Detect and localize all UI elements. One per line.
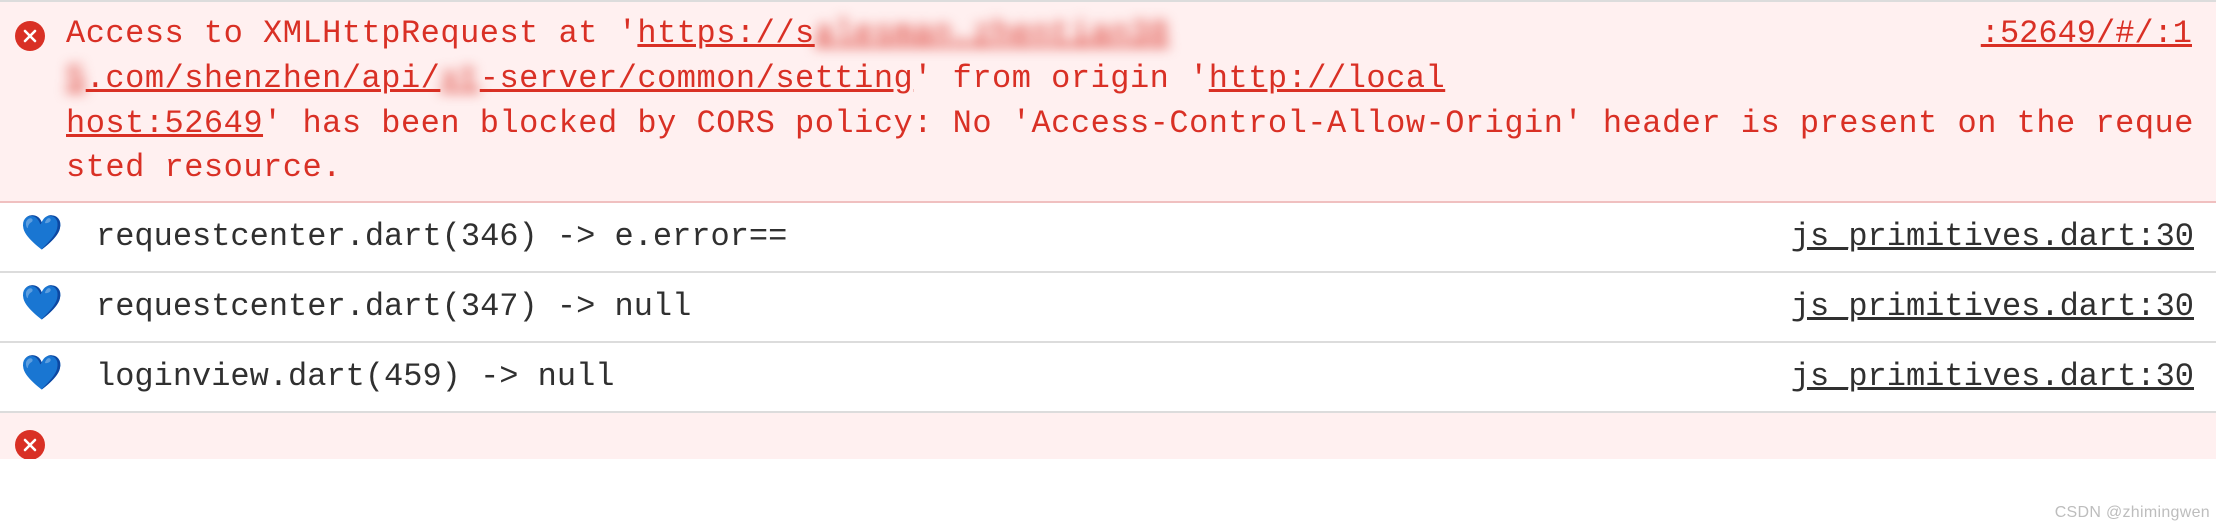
log-message: requestcenter.dart(346) -> e.error== — [86, 215, 1777, 260]
log-icon-wrap: 💙 — [12, 213, 72, 261]
log-icon-wrap: 💙 — [12, 283, 72, 331]
log-message: loginview.dart(459) -> null — [86, 355, 1777, 400]
log-icon-wrap: 💙 — [12, 353, 72, 401]
error-icon-wrap — [12, 14, 48, 58]
error-text-mid1: ' from origin ' — [913, 60, 1209, 97]
source-link[interactable]: js_primitives.dart:30 — [1791, 355, 2196, 400]
error-icon — [15, 21, 45, 51]
watermark: CSDN @zhimingwen — [2055, 502, 2210, 524]
error-topright-link[interactable]: :52649/#/:1 — [1981, 12, 2192, 57]
console-error-row[interactable]: :52649/#/:1 Access to XMLHttpRequest at … — [0, 0, 2216, 203]
blocked-url-part2[interactable]: 5.com/shenzhen/api/xt-server/common/sett… — [66, 60, 913, 97]
error-text-post: ' has been blocked by CORS policy: No 'A… — [66, 105, 2194, 187]
heart-icon: 💙 — [21, 213, 63, 261]
error-icon-wrap — [12, 423, 48, 459]
error-icon — [15, 430, 45, 459]
source-link[interactable]: js_primitives.dart:30 — [1791, 285, 2196, 330]
console-log-row[interactable]: 💙 requestcenter.dart(346) -> e.error== j… — [0, 203, 2216, 273]
error-text-pre: Access to XMLHttpRequest at ' — [66, 15, 637, 52]
error-message: Access to XMLHttpRequest at 'https://sal… — [66, 15, 2194, 186]
console-error-row-peek[interactable] — [0, 413, 2216, 459]
source-link[interactable]: js_primitives.dart:30 — [1791, 215, 2196, 260]
heart-icon: 💙 — [21, 353, 63, 401]
heart-icon: 💙 — [21, 283, 63, 331]
error-text-column: :52649/#/:1 Access to XMLHttpRequest at … — [62, 12, 2196, 191]
console-log-row[interactable]: 💙 loginview.dart(459) -> null js_primiti… — [0, 343, 2216, 413]
blocked-url-part1[interactable]: https://salesman.zhentian38 — [637, 15, 1169, 52]
console-log-row[interactable]: 💙 requestcenter.dart(347) -> null js_pri… — [0, 273, 2216, 343]
log-message: requestcenter.dart(347) -> null — [86, 285, 1777, 330]
